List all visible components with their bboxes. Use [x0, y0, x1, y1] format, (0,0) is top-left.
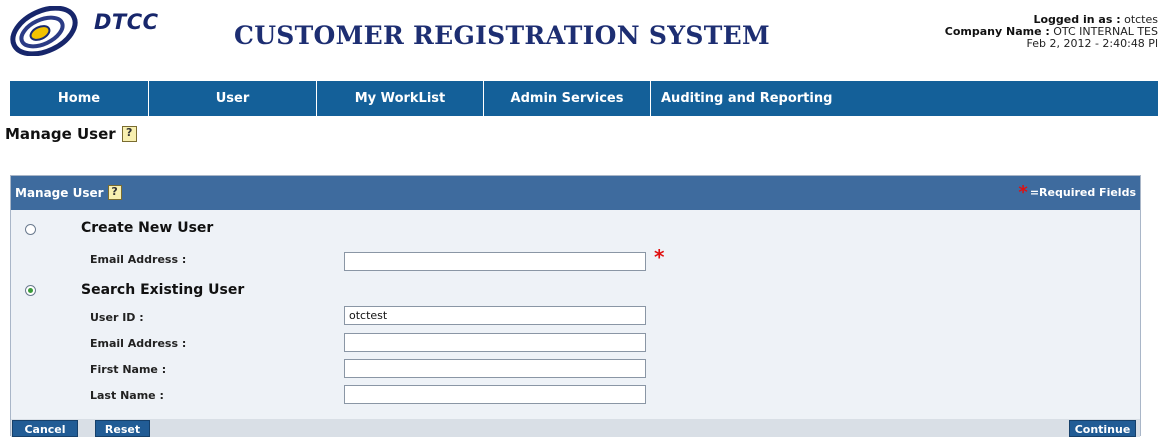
required-legend: * =Required Fields [1018, 182, 1136, 203]
create-email-field[interactable] [344, 252, 646, 271]
first-name-label: First Name : [90, 363, 167, 376]
logo-text: DTCC [94, 10, 159, 34]
create-new-user-radio[interactable] [25, 224, 36, 235]
search-email-label: Email Address : [90, 337, 187, 350]
datetime: Feb 2, 2012 - 2:40:48 Pl [1026, 37, 1158, 50]
search-existing-user-radio[interactable] [25, 285, 36, 296]
required-legend-text: =Required Fields [1029, 186, 1136, 199]
panel-title: Manage User [15, 185, 122, 200]
nav-item-user[interactable]: User [149, 81, 317, 116]
help-icon[interactable] [121, 126, 137, 142]
cancel-button[interactable]: Cancel [12, 420, 78, 437]
search-email-field[interactable] [344, 333, 646, 352]
app-title: CUSTOMER REGISTRATION SYSTEM [234, 21, 770, 50]
header: DTCC CUSTOMER REGISTRATION SYSTEM Logged… [0, 0, 1158, 80]
nav-item-my-worklist[interactable]: My WorkList [317, 81, 484, 116]
user-id-label: User ID : [90, 311, 144, 324]
manage-user-panel: Manage User * =Required Fields Create Ne… [10, 175, 1141, 437]
dtcc-logo: DTCC [6, 5, 171, 57]
panel-footer: Cancel Reset Continue [11, 419, 1140, 437]
logo-swirl-icon [10, 5, 78, 57]
page-title: Manage User [5, 125, 116, 143]
user-info: Logged in as : otctes Company Name : OTC… [858, 14, 1158, 50]
last-name-field[interactable] [344, 385, 646, 404]
required-star-icon: * [654, 245, 665, 269]
search-existing-user-title: Search Existing User [81, 282, 245, 298]
page-heading: Manage User [5, 125, 137, 143]
main-nav: Home User My WorkList Admin Services Aud… [10, 81, 1158, 116]
user-id-field[interactable] [344, 306, 646, 325]
panel-header: Manage User * =Required Fields [11, 176, 1140, 210]
nav-item-home[interactable]: Home [10, 81, 149, 116]
create-new-user-title: Create New User [81, 220, 214, 236]
reset-button[interactable]: Reset [95, 420, 150, 437]
first-name-field[interactable] [344, 359, 646, 378]
required-star-icon: * [1018, 182, 1028, 203]
help-icon[interactable] [107, 185, 122, 200]
panel-title-text: Manage User [15, 185, 104, 200]
last-name-label: Last Name : [90, 389, 164, 402]
create-email-label: Email Address : [90, 253, 187, 266]
nav-item-auditing-reporting[interactable]: Auditing and Reporting [651, 81, 1158, 116]
nav-item-admin-services[interactable]: Admin Services [484, 81, 651, 116]
continue-button[interactable]: Continue [1069, 420, 1136, 437]
